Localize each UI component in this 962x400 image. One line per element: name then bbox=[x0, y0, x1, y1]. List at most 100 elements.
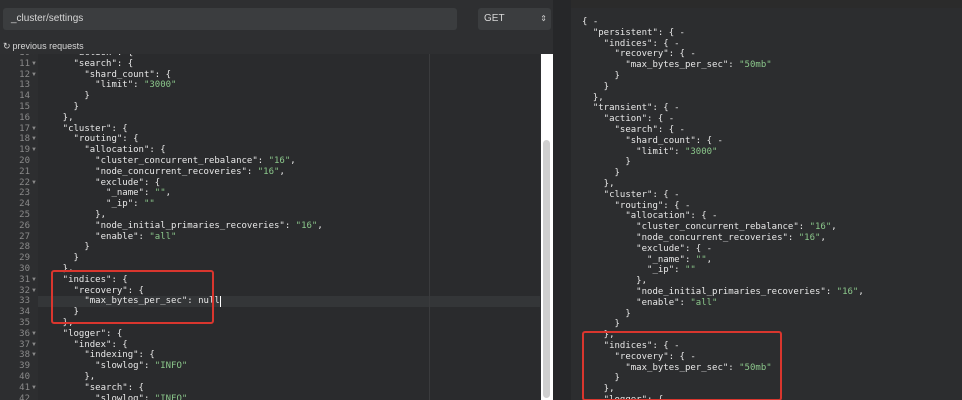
code-token: "allocation": { bbox=[41, 145, 166, 156]
code-text: "enable": "all" bbox=[41, 232, 176, 243]
editor-line[interactable]: 39 "slowlog": "INFO" bbox=[0, 361, 540, 372]
fold-toggle-icon[interactable]: ▼ bbox=[31, 59, 37, 70]
editor-line[interactable]: 42 "slowlog": "INFO" bbox=[0, 394, 540, 400]
response-panel: { - "persistent": { - "indices": { - "re… bbox=[571, 8, 962, 400]
editor-line[interactable]: 21 "node_concurrent_recoveries": "16", bbox=[0, 167, 540, 178]
code-token: "shard_count": { - bbox=[582, 135, 723, 146]
editor-line[interactable]: 11 ▼ "search": { bbox=[0, 59, 540, 70]
editor-line[interactable]: 27 "enable": "all" bbox=[0, 232, 540, 243]
code-token: "shard_count": { bbox=[41, 69, 172, 80]
code-token: "allocation": { - bbox=[582, 211, 718, 222]
code-token: "max_bytes_per_sec": bbox=[582, 60, 740, 71]
code-token: "enable": bbox=[582, 297, 691, 308]
request-body-editor[interactable]: 10▼ "action": {11▼ "search": {12▼ "shard… bbox=[0, 54, 540, 400]
fold-toggle-icon[interactable]: ▼ bbox=[31, 178, 37, 189]
editor-line[interactable]: 24 "_ip": "" bbox=[0, 199, 540, 210]
editor-line[interactable]: 13 "limit": "3000" bbox=[0, 80, 540, 91]
line-number: 20 bbox=[19, 156, 30, 166]
line-number: 17 bbox=[19, 123, 30, 134]
code-text: "cluster": { bbox=[41, 124, 128, 135]
editor-line[interactable]: 22 ▼ "exclude": { bbox=[0, 178, 540, 189]
editor-line[interactable]: 26 "node_initial_primaries_recoveries": … bbox=[0, 221, 540, 232]
editor-line[interactable]: 25 }, bbox=[0, 210, 540, 221]
fold-toggle-icon[interactable]: ▼ bbox=[31, 134, 37, 145]
code-text: "slowlog": "INFO" bbox=[41, 361, 187, 372]
editor-line[interactable]: 40 }, bbox=[0, 372, 540, 383]
response-line: "shard_count": { - bbox=[582, 136, 723, 147]
editor-line[interactable]: 16 }, bbox=[0, 113, 540, 124]
response-line: "allocation": { - bbox=[582, 211, 717, 222]
string-token: "" bbox=[154, 188, 166, 199]
code-text: "_ip": "" bbox=[41, 199, 155, 210]
code-text: "limit": "3000" bbox=[41, 80, 176, 91]
code-token: "action": { bbox=[41, 54, 134, 58]
code-text: } bbox=[41, 242, 89, 253]
line-number: 36 bbox=[19, 328, 30, 339]
text-cursor bbox=[219, 296, 221, 308]
fold-toggle-icon[interactable]: ▼ bbox=[31, 275, 37, 286]
editor-line[interactable]: 38 ▼ "indexing": { bbox=[0, 350, 540, 361]
line-number: 25 bbox=[19, 210, 30, 220]
code-token: "indices": { - bbox=[582, 38, 680, 49]
response-line: } bbox=[582, 168, 620, 179]
code-text: "search": { bbox=[41, 383, 144, 394]
code-token: "cluster": { - bbox=[582, 189, 680, 200]
editor-line[interactable]: 17 ▼ "cluster": { bbox=[0, 124, 540, 135]
url-input[interactable]: _cluster/settings bbox=[3, 8, 457, 30]
fold-toggle-icon[interactable]: ▼ bbox=[31, 145, 37, 156]
editor-scrollbar[interactable] bbox=[541, 54, 553, 400]
fold-toggle-icon[interactable]: ▼ bbox=[31, 286, 37, 297]
editor-line[interactable]: 15 } bbox=[0, 102, 540, 113]
editor-line[interactable]: 23 "_name": "", bbox=[0, 188, 540, 199]
response-line: "transient": { - bbox=[582, 103, 680, 114]
line-number: 33 bbox=[19, 296, 30, 307]
line-number: 42 bbox=[19, 393, 30, 400]
response-line: "indices": { - bbox=[582, 39, 680, 50]
editor-line[interactable]: 14 } bbox=[0, 91, 540, 102]
panel-splitter[interactable] bbox=[553, 0, 571, 400]
editor-line[interactable]: 28 } bbox=[0, 242, 540, 253]
line-number: 14 bbox=[19, 91, 30, 102]
code-token: "action": { - bbox=[582, 114, 675, 125]
editor-line[interactable]: 36 ▼ "logger": { bbox=[0, 329, 540, 340]
code-token: "index": { bbox=[41, 339, 128, 350]
previous-requests-link[interactable]: ↻ previous requests bbox=[3, 41, 84, 52]
line-number: 40 bbox=[19, 372, 30, 382]
code-token: }, bbox=[41, 372, 96, 382]
fold-toggle-icon[interactable]: ▼ bbox=[31, 124, 37, 135]
indices-highlight-box bbox=[51, 269, 214, 324]
response-line: "cluster_concurrent_rebalance": "16", bbox=[582, 222, 837, 233]
fold-toggle-icon[interactable]: ▼ bbox=[31, 340, 37, 351]
response-line: "limit": "3000" bbox=[582, 147, 717, 158]
fold-toggle-icon[interactable]: ▼ bbox=[31, 70, 37, 81]
code-text: "routing": { bbox=[41, 134, 139, 145]
scrollbar-thumb[interactable] bbox=[543, 140, 550, 398]
editor-line[interactable]: 37 ▼ "index": { bbox=[0, 340, 540, 351]
editor-line[interactable]: 18 ▼ "routing": { bbox=[0, 134, 540, 145]
editor-line[interactable]: 29 } bbox=[0, 253, 540, 264]
line-number: 29 bbox=[19, 253, 30, 264]
response-line: "_ip": "" bbox=[582, 265, 696, 276]
code-token: "_name": bbox=[41, 188, 155, 199]
string-token: "INFO" bbox=[154, 361, 188, 372]
editor-line[interactable]: 20 "cluster_concurrent_rebalance": "16", bbox=[0, 156, 540, 167]
editor-line[interactable]: 41 ▼ "search": { bbox=[0, 383, 540, 394]
string-token: "all" bbox=[690, 297, 718, 308]
fold-toggle-icon[interactable]: ▼ bbox=[31, 329, 37, 340]
code-token: }, bbox=[582, 92, 604, 103]
code-token: "routing": { bbox=[41, 134, 139, 145]
method-select[interactable]: GET ⇕ bbox=[478, 8, 551, 30]
response-line: } bbox=[582, 82, 609, 93]
code-token: "_ip": bbox=[582, 265, 685, 276]
code-token: } bbox=[582, 71, 620, 81]
code-token: , bbox=[290, 156, 296, 166]
fold-toggle-icon[interactable]: ▼ bbox=[31, 350, 37, 361]
code-text: } bbox=[41, 253, 79, 264]
fold-toggle-icon[interactable]: ▼ bbox=[31, 383, 37, 394]
line-number: 16 bbox=[19, 112, 30, 123]
code-text: "shard_count": { bbox=[41, 70, 171, 81]
response-line: } bbox=[582, 157, 630, 168]
editor-line[interactable]: 12 ▼ "shard_count": { bbox=[0, 70, 540, 81]
editor-line[interactable]: 19 ▼ "allocation": { bbox=[0, 145, 540, 156]
code-token: } bbox=[41, 102, 79, 112]
